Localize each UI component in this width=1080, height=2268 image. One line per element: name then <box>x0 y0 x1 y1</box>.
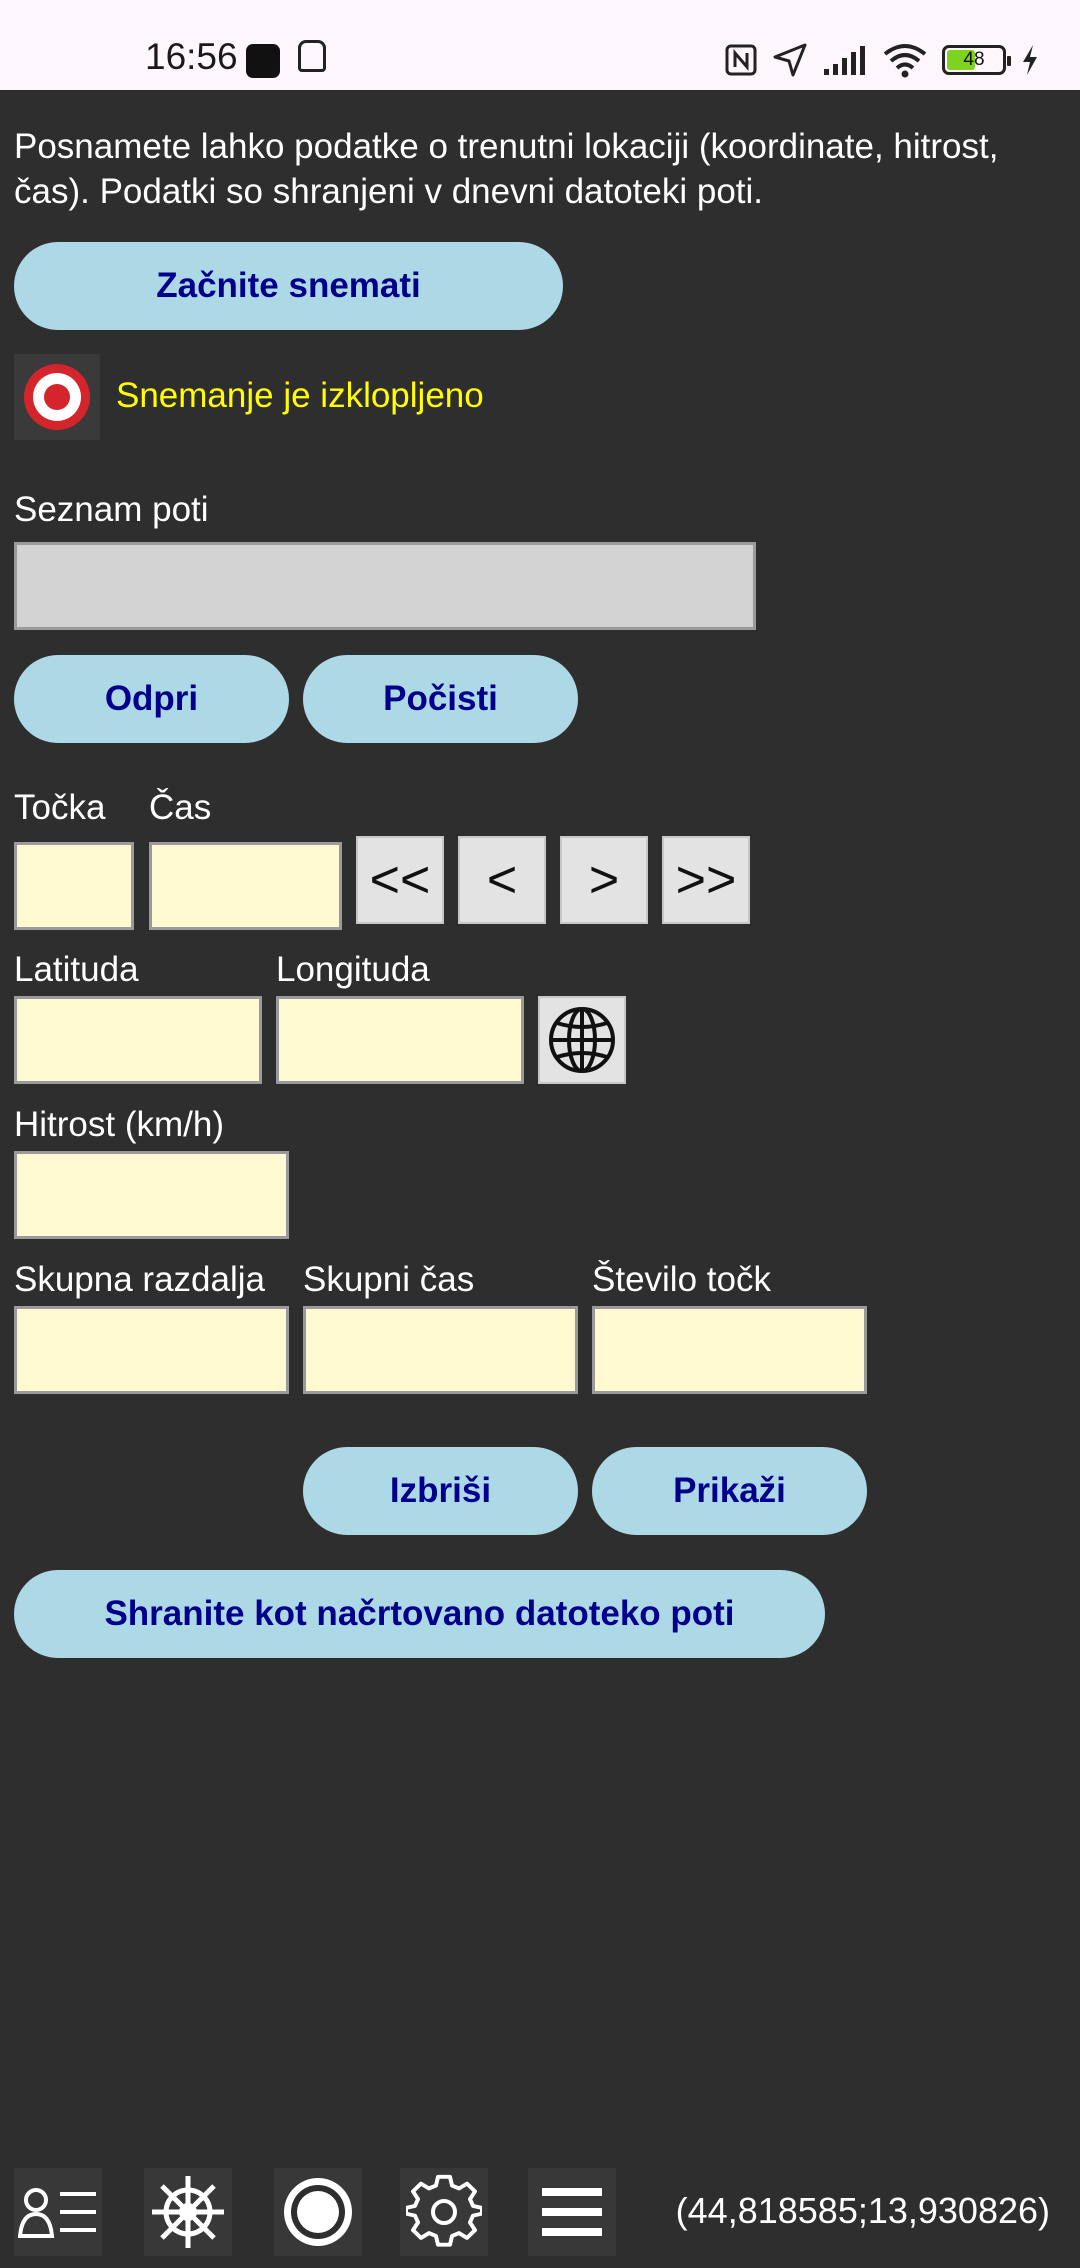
previous-point-button[interactable]: < <box>458 836 546 924</box>
wifi-icon <box>882 42 928 78</box>
first-point-button[interactable]: << <box>356 836 444 924</box>
latitude-label: Latituda <box>14 950 139 989</box>
point-label: Točka <box>14 788 106 827</box>
status-bar: 16:56 48 <box>0 0 1080 90</box>
nfc-icon <box>724 43 758 77</box>
point-field[interactable] <box>14 842 134 930</box>
battery-level: 48 <box>963 49 985 70</box>
start-recording-button[interactable]: Začnite snemati <box>14 242 563 330</box>
speed-field[interactable] <box>14 1151 289 1239</box>
total-time-field[interactable] <box>303 1306 578 1394</box>
point-count-field[interactable] <box>592 1306 867 1394</box>
show-button[interactable]: Prikaži <box>592 1447 867 1535</box>
coordinates-readout: (44,818585;13,930826) <box>675 2190 1050 2231</box>
total-distance-label: Skupna razdalja <box>14 1260 265 1299</box>
point-count-label: Število točk <box>592 1260 771 1299</box>
latitude-field[interactable] <box>14 996 262 1084</box>
time-label: Čas <box>149 788 212 827</box>
speed-label: Hitrost (km/h) <box>14 1105 224 1144</box>
status-icons: 48 <box>724 38 1040 82</box>
save-as-planned-track-button[interactable]: Shranite kot načrtovano datoteko poti <box>14 1570 825 1658</box>
time-field[interactable] <box>149 842 342 930</box>
next-point-button[interactable]: > <box>560 836 648 924</box>
charging-icon <box>1020 43 1040 77</box>
clear-button[interactable]: Počisti <box>303 655 578 743</box>
signal-icon <box>822 43 868 77</box>
record-icon[interactable] <box>274 2168 362 2256</box>
robot-notification-icon <box>298 40 326 72</box>
delete-button[interactable]: Izbriši <box>303 1447 578 1535</box>
intro-text: Posnamete lahko podatke o trenutni lokac… <box>14 127 999 211</box>
track-list-select[interactable] <box>14 542 756 630</box>
total-distance-field[interactable] <box>14 1306 289 1394</box>
longitude-field[interactable] <box>276 996 524 1084</box>
status-time: 16:56 <box>145 36 238 77</box>
app-notification-icon <box>246 44 280 78</box>
last-point-button[interactable]: >> <box>662 836 750 924</box>
open-button[interactable]: Odpri <box>14 655 289 743</box>
contacts-list-icon[interactable] <box>14 2168 102 2256</box>
battery-icon: 48 <box>942 45 1011 75</box>
gear-icon[interactable] <box>400 2168 488 2256</box>
recording-status: Snemanje je izklopljeno <box>116 376 484 415</box>
total-time-label: Skupni čas <box>303 1260 475 1299</box>
helm-icon[interactable] <box>144 2168 232 2256</box>
location-icon <box>772 42 808 78</box>
longitude-label: Longituda <box>276 950 430 989</box>
menu-icon[interactable] <box>528 2168 616 2256</box>
track-list-label: Seznam poti <box>14 490 209 529</box>
record-status-icon[interactable] <box>14 354 100 440</box>
globe-icon[interactable] <box>538 996 626 1084</box>
